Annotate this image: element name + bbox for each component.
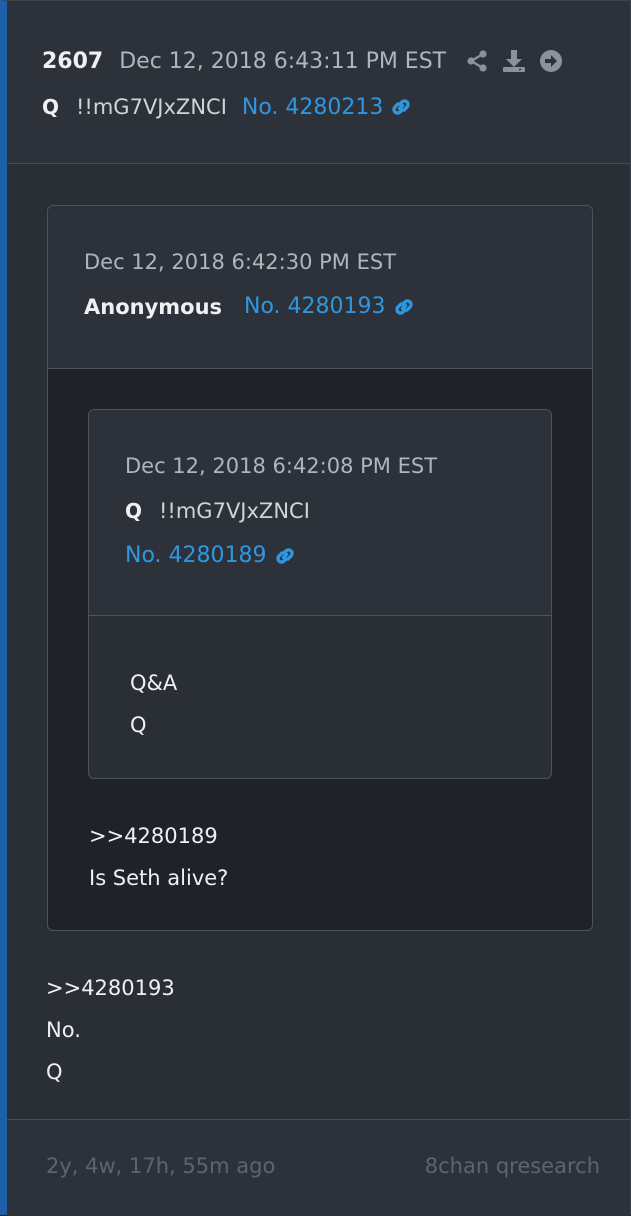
link-icon[interactable] [389, 95, 413, 119]
post-source: 8chan qresearch [424, 1154, 600, 1178]
quoted-post-author: Anonymous [84, 294, 223, 319]
post-footer: 2y, 4w, 17h, 55m ago 8chan qresearch [7, 1119, 630, 1216]
quoted-post-date: Dec 12, 2018 6:42:30 PM EST [84, 250, 397, 274]
post-card: 2607 Dec 12, 2018 6:43:11 PM EST Q !!mG7… [0, 0, 631, 1216]
nested-quoted-post-number-row: No. 4280189 [125, 543, 297, 568]
post-age: 2y, 4w, 17h, 55m ago [46, 1154, 276, 1178]
nested-quoted-post-tripcode: !!mG7VJxZNCI [159, 499, 310, 523]
post-author: Q [42, 95, 60, 119]
nested-quoted-post-number-link[interactable]: No. 4280189 [125, 543, 297, 568]
body-line: Is Seth alive? [89, 866, 229, 890]
post-actions [464, 48, 564, 74]
post-author-row: Q !!mG7VJxZNCI No. 4280213 [42, 91, 413, 123]
post-number-link-label: No. 4280213 [241, 94, 384, 120]
body-line: Q [46, 1060, 63, 1084]
nested-quoted-post-author: Q [125, 499, 143, 523]
post-number: 2607 [42, 48, 104, 74]
nested-quoted-post-header: Dec 12, 2018 6:42:08 PM EST Q !!mG7VJxZN… [89, 410, 551, 616]
nested-quoted-post: Dec 12, 2018 6:42:08 PM EST Q !!mG7VJxZN… [88, 409, 552, 779]
nested-quoted-post-date: Dec 12, 2018 6:42:08 PM EST [125, 454, 438, 478]
quoted-post: Dec 12, 2018 6:42:30 PM EST Anonymous No… [47, 205, 593, 931]
reply-reference[interactable]: >>4280189 [89, 815, 228, 857]
post-date: Dec 12, 2018 6:43:11 PM EST [119, 48, 447, 74]
post-meta-row: 2607 Dec 12, 2018 6:43:11 PM EST [42, 45, 564, 77]
nested-quoted-post-author-row: Q !!mG7VJxZNCI [125, 499, 310, 523]
quoted-post-header: Dec 12, 2018 6:42:30 PM EST Anonymous No… [48, 206, 592, 369]
post-tripcode: !!mG7VJxZNCI [76, 95, 227, 119]
quoted-post-number-link[interactable]: No. 4280193 [244, 294, 416, 319]
arrow-right-circle-icon[interactable] [538, 48, 564, 74]
reply-reference[interactable]: >>4280193 [46, 967, 175, 1009]
quoted-post-body: >>4280189 Is Seth alive? [89, 815, 228, 899]
post-body: >>4280193 No. Q [46, 967, 175, 1093]
link-icon[interactable] [273, 544, 297, 568]
quoted-post-number-label: No. 4280193 [244, 294, 386, 319]
nested-quoted-post-number-label: No. 4280189 [125, 543, 267, 568]
download-icon[interactable] [501, 48, 527, 74]
body-line: Q&A [130, 671, 178, 695]
nested-quoted-post-body: Q&A Q [130, 662, 177, 746]
post-header: 2607 Dec 12, 2018 6:43:11 PM EST Q !!mG7… [7, 1, 630, 164]
share-icon[interactable] [464, 48, 490, 74]
quoted-post-author-row: Anonymous No. 4280193 [84, 294, 416, 319]
body-line: No. [46, 1018, 81, 1042]
body-line: Q [130, 713, 147, 737]
link-icon[interactable] [392, 295, 416, 319]
post-number-link[interactable]: No. 4280213 [242, 95, 414, 120]
